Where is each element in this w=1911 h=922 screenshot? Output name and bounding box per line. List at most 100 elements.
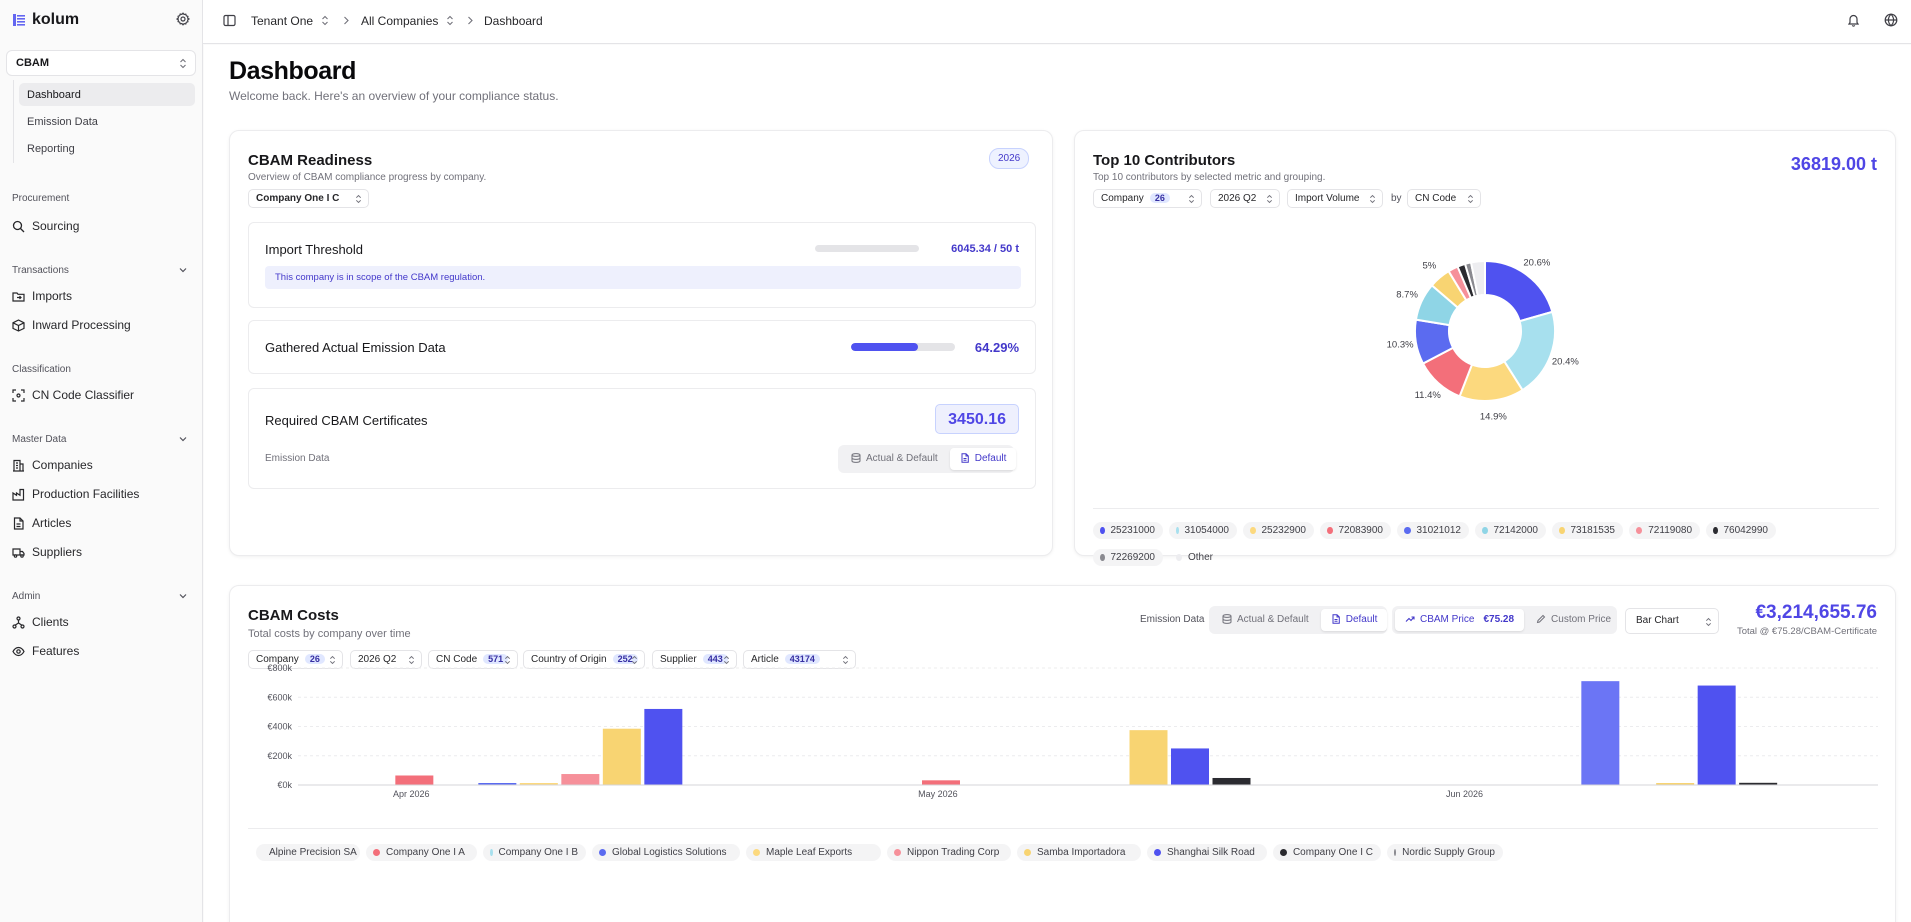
legend-label: 31021012 bbox=[1416, 525, 1462, 536]
sidebar-item-label: Reporting bbox=[27, 143, 75, 155]
legend-label: Company One I A bbox=[386, 847, 465, 858]
sidebar-item-label: Emission Data bbox=[27, 116, 98, 128]
costs-legend-divider bbox=[248, 828, 1878, 829]
legend-color-dot bbox=[894, 849, 901, 856]
chevron-down-icon[interactable] bbox=[178, 265, 188, 275]
bar-shanghai-silk-road[interactable] bbox=[1171, 748, 1209, 785]
legend-item[interactable]: Nordic Supply Group bbox=[1387, 844, 1503, 861]
sidebar-item-inward-processing[interactable]: Inward Processing bbox=[12, 315, 131, 335]
bar-shanghai-silk-road[interactable] bbox=[1697, 685, 1736, 785]
legend-item[interactable]: 25231000 bbox=[1093, 522, 1163, 539]
bell-icon[interactable] bbox=[1847, 13, 1860, 27]
legend-item[interactable]: 76042990 bbox=[1706, 522, 1776, 539]
sidebar-item-sourcing[interactable]: Sourcing bbox=[12, 216, 79, 236]
legend-item[interactable]: Global Logistics Solutions bbox=[592, 844, 740, 861]
donut-slice-25231000[interactable] bbox=[1484, 259, 1554, 323]
legend-item[interactable]: 31021012 bbox=[1397, 522, 1469, 539]
chevron-down-icon[interactable] bbox=[178, 434, 188, 444]
globe-icon[interactable] bbox=[1884, 13, 1898, 27]
year-badge[interactable]: 2026 bbox=[989, 148, 1030, 169]
chart-type-select[interactable]: Bar Chart bbox=[1625, 608, 1719, 634]
topbar: Tenant One All Companies Dashboard bbox=[203, 0, 1911, 44]
legend-item[interactable]: Maple Leaf Exports bbox=[746, 844, 881, 861]
legend-label: 72119080 bbox=[1648, 525, 1692, 536]
chevron-up-down-icon[interactable] bbox=[446, 15, 454, 26]
breadcrumb-tenant[interactable]: Tenant One bbox=[251, 14, 313, 28]
donut-data-label: 14.9% bbox=[1480, 412, 1507, 423]
legend-label: Samba Importadora bbox=[1037, 847, 1126, 858]
legend-item[interactable]: 72083900 bbox=[1320, 522, 1391, 539]
bar-company-one-i-a[interactable] bbox=[922, 780, 960, 785]
gathered-progress-bar bbox=[851, 343, 955, 351]
scan-icon bbox=[12, 388, 25, 402]
pencil-icon bbox=[1536, 614, 1546, 624]
legend-item[interactable]: Company One I C bbox=[1273, 844, 1381, 861]
legend-item[interactable]: 72269200 bbox=[1093, 549, 1163, 566]
legend-item[interactable]: Other bbox=[1169, 549, 1221, 566]
sidebar-item-reporting[interactable]: Reporting bbox=[19, 137, 195, 160]
toggle-actual-default[interactable]: Actual & Default bbox=[841, 448, 948, 470]
sidebar-item-features[interactable]: Features bbox=[12, 641, 79, 661]
bar-samba-importadora[interactable] bbox=[1129, 730, 1168, 785]
chevron-up-down-icon[interactable] bbox=[321, 15, 329, 26]
scope-notice: This company is in scope of the CBAM reg… bbox=[265, 266, 1021, 289]
legend-item[interactable]: Nippon Trading Corp bbox=[887, 844, 1011, 861]
section-label-master-data: Master Data bbox=[12, 434, 67, 445]
sidebar-item-companies[interactable]: Companies bbox=[12, 455, 93, 475]
price-value: €75.28 bbox=[1483, 614, 1515, 625]
legend-item[interactable]: 31054000 bbox=[1169, 522, 1237, 539]
legend-item[interactable]: Alpine Precision SA bbox=[256, 844, 360, 861]
legend-item[interactable]: 25232900 bbox=[1243, 522, 1314, 539]
sidebar-item-imports[interactable]: Imports bbox=[12, 286, 72, 306]
sidebar-toggle-icon[interactable] bbox=[223, 14, 236, 27]
readiness-card: CBAM Readiness Overview of CBAM complian… bbox=[229, 130, 1053, 556]
sidebar-item-production-facilities[interactable]: Production Facilities bbox=[12, 484, 139, 504]
readiness-title: CBAM Readiness bbox=[248, 152, 373, 169]
legend-item[interactable]: 72142000 bbox=[1475, 522, 1546, 539]
contributors-group-filter[interactable]: CN Code bbox=[1407, 189, 1481, 208]
legend-item[interactable]: Shanghai Silk Road bbox=[1147, 844, 1267, 861]
contributors-period-filter[interactable]: 2026 Q2 bbox=[1210, 189, 1280, 208]
sidebar-item-dashboard[interactable]: Dashboard bbox=[19, 83, 195, 106]
certificates-emission-toggle: Actual & Default Default bbox=[838, 445, 1017, 473]
legend-item[interactable]: 72119080 bbox=[1629, 522, 1700, 539]
logo[interactable]: kolum bbox=[12, 11, 79, 29]
bar-extra[interactable] bbox=[1581, 681, 1620, 785]
breadcrumb-companies[interactable]: All Companies bbox=[361, 14, 438, 28]
threshold-box: Import Threshold 6045.34 / 50 t This com… bbox=[248, 222, 1036, 308]
module-select[interactable]: CBAM bbox=[6, 50, 196, 76]
legend-item[interactable]: Company One I A bbox=[366, 844, 477, 861]
toggle-cbam-price[interactable]: CBAM Price €75.28 bbox=[1395, 609, 1525, 631]
sidebar-item-emission-data[interactable]: Emission Data bbox=[19, 110, 195, 133]
gear-icon[interactable] bbox=[176, 12, 190, 26]
toggle-custom-price[interactable]: Custom Price bbox=[1526, 609, 1621, 631]
contributors-company-filter[interactable]: Company 26 bbox=[1093, 189, 1202, 208]
sidebar-item-cn-code-classifier[interactable]: CN Code Classifier bbox=[12, 385, 134, 405]
legend-color-dot bbox=[1394, 849, 1397, 856]
database-icon bbox=[851, 453, 861, 463]
bar-samba-importadora[interactable] bbox=[602, 728, 641, 785]
legend-item[interactable]: Company One I B bbox=[483, 844, 586, 861]
bar-company-one-i-c[interactable] bbox=[1212, 777, 1251, 785]
document-icon bbox=[961, 453, 969, 463]
threshold-label: Import Threshold bbox=[265, 242, 364, 257]
legend-item[interactable]: Samba Importadora bbox=[1017, 844, 1141, 861]
sidebar-item-suppliers[interactable]: Suppliers bbox=[12, 542, 82, 562]
sidebar-item-clients[interactable]: Clients bbox=[12, 612, 69, 632]
y-tick-label: €600k bbox=[267, 692, 292, 702]
legend-item[interactable]: 73181535 bbox=[1552, 522, 1623, 539]
company-select[interactable]: Company One I C bbox=[248, 189, 369, 208]
bar-nippon-trading-corp[interactable] bbox=[561, 774, 600, 785]
chevron-up-down-icon bbox=[1266, 194, 1273, 204]
chevron-up-down-icon bbox=[1188, 194, 1195, 204]
bar-shanghai-silk-road[interactable] bbox=[644, 708, 683, 785]
bar-company-one-i-a[interactable] bbox=[395, 775, 434, 785]
sidebar-item-articles[interactable]: Articles bbox=[12, 513, 71, 533]
contributors-metric-filter[interactable]: Import Volume bbox=[1287, 189, 1383, 208]
toggle-default[interactable]: Default bbox=[1320, 609, 1388, 631]
threshold-progress-fill bbox=[815, 245, 919, 252]
toggle-actual-default[interactable]: Actual & Default bbox=[1212, 609, 1319, 631]
toggle-default[interactable]: Default bbox=[949, 448, 1017, 470]
chevron-down-icon[interactable] bbox=[178, 591, 188, 601]
legend-label: Alpine Precision SA bbox=[269, 847, 357, 858]
